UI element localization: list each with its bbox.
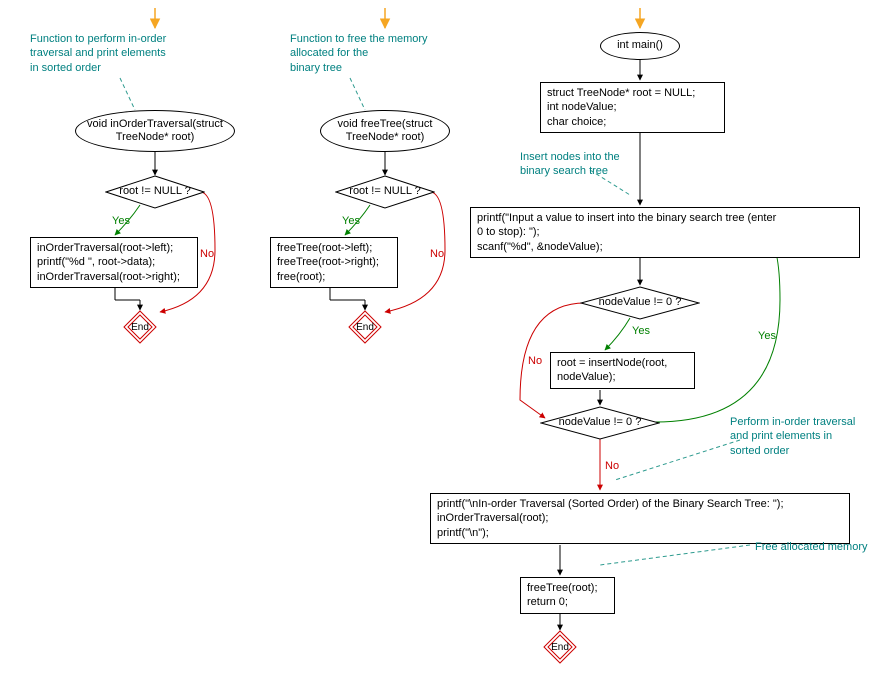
- flow3-comment2: Perform in-order traversal and print ele…: [730, 415, 855, 458]
- flow1-cond: root != NULL ?: [105, 175, 205, 209]
- flow3-decls: struct TreeNode* root = NULL; int nodeVa…: [540, 82, 725, 133]
- flow3-start-text: int main(): [617, 39, 663, 52]
- flow1-comment: Function to perform in-order traversal a…: [30, 32, 166, 75]
- flow2-yes: Yes: [342, 215, 360, 227]
- flow1-start-node: void inOrderTraversal(struct TreeNode* r…: [75, 110, 235, 152]
- flow2-end: End: [348, 310, 382, 344]
- flow3-cond1: nodeValue != 0 ?: [580, 286, 700, 320]
- flow1-no: No: [200, 248, 214, 260]
- flow2-body: freeTree(root->left); freeTree(root->rig…: [270, 237, 398, 288]
- flow2-no: No: [430, 248, 444, 260]
- flow3-free: freeTree(root); return 0;: [520, 577, 615, 614]
- flow2-comment: Function to free the memory allocated fo…: [290, 32, 428, 75]
- flow3-end-text: End: [543, 630, 577, 664]
- flow3-end: End: [543, 630, 577, 664]
- flow1-body: inOrderTraversal(root->left); printf("%d…: [30, 237, 198, 288]
- flow3-traversal: printf("\nIn-order Traversal (Sorted Ord…: [430, 493, 850, 544]
- flow3-prompt: printf("Input a value to insert into the…: [470, 207, 860, 258]
- flow3-comment1: Insert nodes into the binary search tree: [520, 150, 620, 179]
- flow2-cond-text: root != NULL ?: [349, 185, 420, 198]
- flow3-cond1-text: nodeValue != 0 ?: [599, 296, 682, 309]
- flow3-start-node: int main(): [600, 32, 680, 60]
- flow1-start-text: void inOrderTraversal(struct TreeNode* r…: [84, 118, 226, 144]
- flow3-comment3: Free allocated memory: [755, 540, 868, 554]
- flow3-cond2-yes: Yes: [758, 330, 776, 342]
- flowchart-connectors: [0, 0, 893, 689]
- flow2-start-node: void freeTree(struct TreeNode* root): [320, 110, 450, 152]
- flow3-cond2: nodeValue != 0 ?: [540, 406, 660, 440]
- flow1-yes: Yes: [112, 215, 130, 227]
- flow3-insert: root = insertNode(root, nodeValue);: [550, 352, 695, 389]
- flow2-start-text: void freeTree(struct TreeNode* root): [329, 118, 441, 144]
- flow3-cond2-text: nodeValue != 0 ?: [559, 416, 642, 429]
- flow1-end: End: [123, 310, 157, 344]
- flow1-end-text: End: [123, 310, 157, 344]
- flow3-cond2-no: No: [605, 460, 619, 472]
- flow2-cond: root != NULL ?: [335, 175, 435, 209]
- flow2-end-text: End: [348, 310, 382, 344]
- flow3-cond1-yes: Yes: [632, 325, 650, 337]
- flow3-cond1-no: No: [528, 355, 542, 367]
- flow1-cond-text: root != NULL ?: [119, 185, 190, 198]
